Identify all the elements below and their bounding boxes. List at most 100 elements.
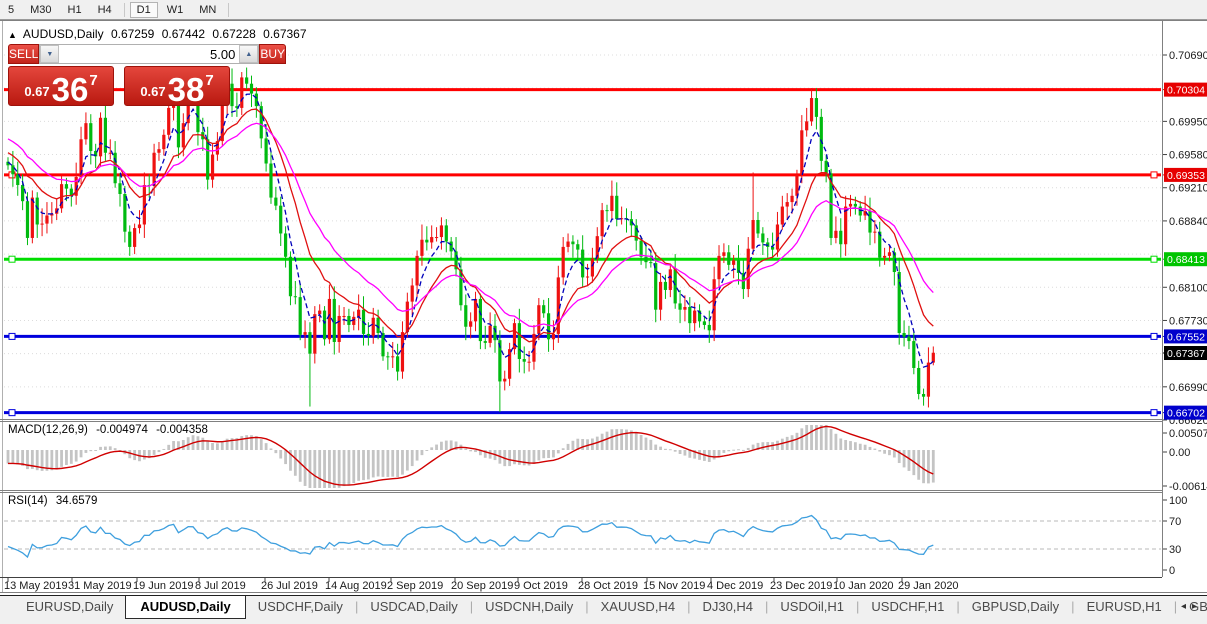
candle-body [790,196,793,202]
macd-bar [781,439,784,450]
tab-audusd-daily[interactable]: AUDUSD,Daily [125,596,245,619]
macd-bar [172,441,175,450]
candle-body [722,252,725,256]
macd-bar [927,450,930,483]
candle-body [372,318,375,336]
macd-bar [606,432,609,450]
candle-body [635,225,638,240]
tab-usdcad-daily[interactable]: USDCAD,Daily [358,596,469,618]
date-label: 26 Jul 2019 [261,580,318,592]
macd-bar [313,450,316,488]
candle-body [834,231,837,238]
sell-button[interactable]: SELL [8,44,39,64]
tab-usdchf-h1[interactable]: USDCHF,H1 [859,596,956,618]
volume-input[interactable] [59,45,239,63]
macd-signal-value: -0.004358 [156,424,208,436]
volume-increase-button[interactable]: ▲ [239,45,258,63]
price-tag-label: 0.67367 [1167,348,1205,360]
timeframe-button-w1[interactable]: W1 [160,2,191,18]
candle-body [503,379,506,382]
sell-price-point: 7 [89,72,97,89]
macd-bar [513,450,516,464]
tab-gbpusd-daily[interactable]: GBPUSD,Daily [960,596,1071,618]
date-label: 23 Dec 2019 [770,580,832,592]
macd-bar [469,450,472,451]
candle-body [367,334,370,336]
macd-bar [445,441,448,450]
macd-bar [747,448,750,450]
candle-body [26,201,29,238]
volume-decrease-button[interactable]: ▼ [40,45,59,63]
candle-body [255,94,258,107]
tab-usdoil-h1[interactable]: USDOil,H1 [768,596,856,618]
candle-body [591,259,594,277]
candle-body [167,108,170,135]
candle-body [425,240,428,243]
candle-body [547,313,550,339]
tab-xauusd-h4[interactable]: XAUUSD,H4 [589,596,687,618]
timeframe-button-mn[interactable]: MN [192,2,223,18]
candle-body [537,305,540,334]
macd-axis-label: -0.006141 [1169,481,1207,493]
macd-bar [104,447,107,450]
candle-body [873,232,876,233]
hline-handle-left[interactable] [9,256,15,262]
hline-handle-left[interactable] [9,410,15,416]
date-label: 31 May 2019 [68,580,132,592]
candle-body [445,225,448,241]
candle-body [825,161,828,174]
tab-eurusd-h1[interactable]: EURUSD,H1 [1075,596,1174,618]
price-tick-label: 0.69210 [1169,183,1207,195]
candle-body [727,252,730,265]
candle-body [888,252,891,256]
macd-bar [430,447,433,450]
macd-bar [216,443,219,450]
macd-bar [552,450,555,457]
price-tick-label: 0.68100 [1169,282,1207,294]
tab-dj30-h4[interactable]: DJ30,H4 [690,596,765,618]
macd-bar [800,428,803,450]
candle-body [274,198,277,206]
macd-bar [362,450,365,480]
date-label: 2 Sep 2019 [387,580,443,592]
timeframe-button-h1[interactable]: H1 [61,2,89,18]
macd-bar [318,450,321,488]
hline-handle-right[interactable] [1151,172,1157,178]
macd-bar [16,450,19,464]
macd-bar [265,443,268,450]
tab-scroll-arrows[interactable]: ◂▸ [1181,601,1203,612]
sell-price-box[interactable]: 0.67 36 7 [8,66,114,106]
macd-bar [698,450,701,460]
date-axis[interactable]: 13 May 201931 May 201919 Jun 20198 Jul 2… [4,578,959,592]
macd-axis-label: 0.00 [1169,447,1190,459]
timeframe-button-d1[interactable]: D1 [130,2,158,18]
timeframe-button-m30[interactable]: M30 [23,2,58,18]
timeframe-button-h4[interactable]: H4 [91,2,119,18]
candle-body [245,77,248,83]
macd-bar [406,450,409,471]
candle-body [411,285,414,301]
chart-title: ▲AUDUSD,Daily 0.67259 0.67442 0.67228 0.… [8,27,311,41]
macd-bar [649,440,652,450]
rsi-axis-label: 70 [1169,516,1181,528]
macd-bar [299,450,302,482]
tab-eurusd-daily[interactable]: EURUSD,Daily [14,596,125,618]
buy-price-box[interactable]: 0.67 38 7 [124,66,230,106]
timeframe-button-5[interactable]: 5 [1,2,21,18]
hline-handle-right[interactable] [1151,256,1157,262]
hline-handle-left[interactable] [9,333,15,339]
tab-usdcnh-daily[interactable]: USDCNH,Daily [473,596,585,618]
macd-bar [932,450,935,483]
rsi-label: RSI(14) 34.6579 [8,495,102,507]
buy-button[interactable]: BUY [259,44,286,64]
macd-bar [922,450,925,483]
candle-body [693,311,696,324]
macd-bar [11,450,14,464]
ohlc-open: 0.67259 [111,27,154,41]
candle-body [279,206,282,234]
tab-usdchf-daily[interactable]: USDCHF,Daily [246,596,355,618]
hline-handle-right[interactable] [1151,333,1157,339]
hline-handle-right[interactable] [1151,410,1157,416]
macd-bar [343,450,346,486]
macd-bar [201,438,204,450]
